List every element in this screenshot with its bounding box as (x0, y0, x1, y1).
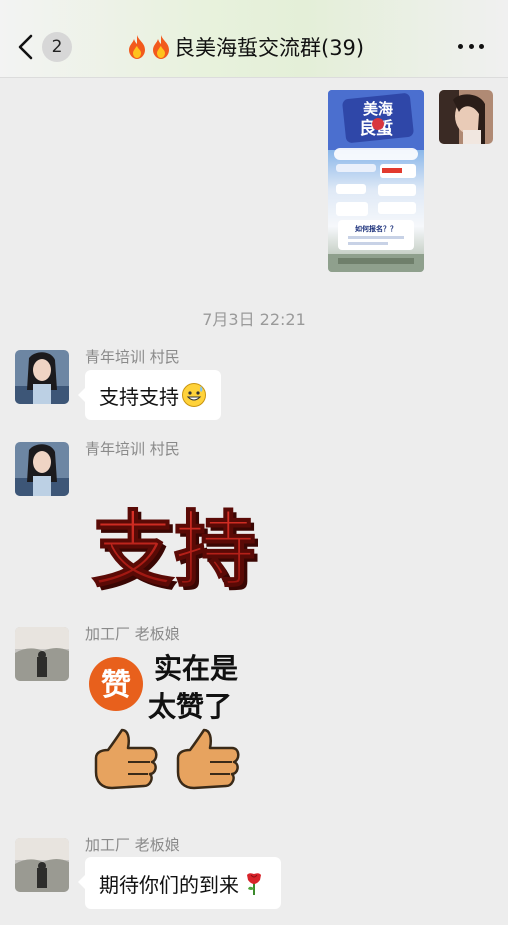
back-chevron-icon (18, 34, 33, 60)
avatar-qingnian[interactable] (15, 350, 69, 404)
group-title-text: 良美海蜇交流群(39) (174, 36, 365, 60)
back-button[interactable]: 2 (14, 30, 74, 64)
message-list[interactable]: 美海 良蜇 如何报名？？ 7月3日 22:21 (0, 78, 508, 925)
praise-sticker[interactable]: 赞 实在是 太赞了 (86, 644, 266, 794)
poster-title-line1: 美海 (363, 100, 393, 118)
thumbs-up-icon (176, 728, 240, 790)
message-text: 支持支持 (99, 384, 179, 409)
support-sticker[interactable]: 支持 支持 (82, 470, 262, 606)
sticker-badge-text: 赞 (101, 668, 131, 703)
poster-image-message[interactable]: 美海 良蜇 如何报名？？ (328, 90, 424, 272)
sender-name: 加工厂 老板娘 (85, 836, 180, 854)
group-title: 良美海蜇交流群(39) (126, 31, 426, 63)
poster-signup-label: 如何报名？？ (355, 224, 397, 233)
flame-icon (153, 35, 169, 59)
flame-icon (129, 35, 145, 59)
sender-name: 青年培训 村民 (85, 348, 180, 366)
text-message-bubble[interactable]: 期待你们的到来 (78, 857, 281, 909)
grinning-sweat-emoji-icon (182, 383, 206, 407)
message-text: 期待你们的到来 (99, 872, 239, 897)
more-icon (458, 43, 463, 49)
avatar-self[interactable] (439, 90, 493, 144)
sticker-line2: 太赞了 (148, 690, 232, 723)
avatar-jiagongchang[interactable] (15, 838, 69, 892)
avatar-qingnian[interactable] (15, 442, 69, 496)
chat-header: 2 良美海蜇交流群(39) (0, 0, 508, 78)
sticker-text: 支持 (92, 502, 256, 598)
avatar-jiagongchang[interactable] (15, 627, 69, 681)
text-message-bubble[interactable]: 支持支持 (78, 370, 221, 420)
rose-emoji-icon (247, 873, 261, 895)
more-button[interactable] (458, 38, 484, 54)
unread-count-badge: 2 (42, 32, 72, 62)
thumbs-up-icon (94, 728, 158, 790)
sender-name: 加工厂 老板娘 (85, 625, 180, 643)
message-timestamp: 7月3日 22:21 (202, 310, 306, 329)
sticker-line1: 实在是 (154, 652, 238, 685)
sender-name: 青年培训 村民 (85, 440, 180, 458)
